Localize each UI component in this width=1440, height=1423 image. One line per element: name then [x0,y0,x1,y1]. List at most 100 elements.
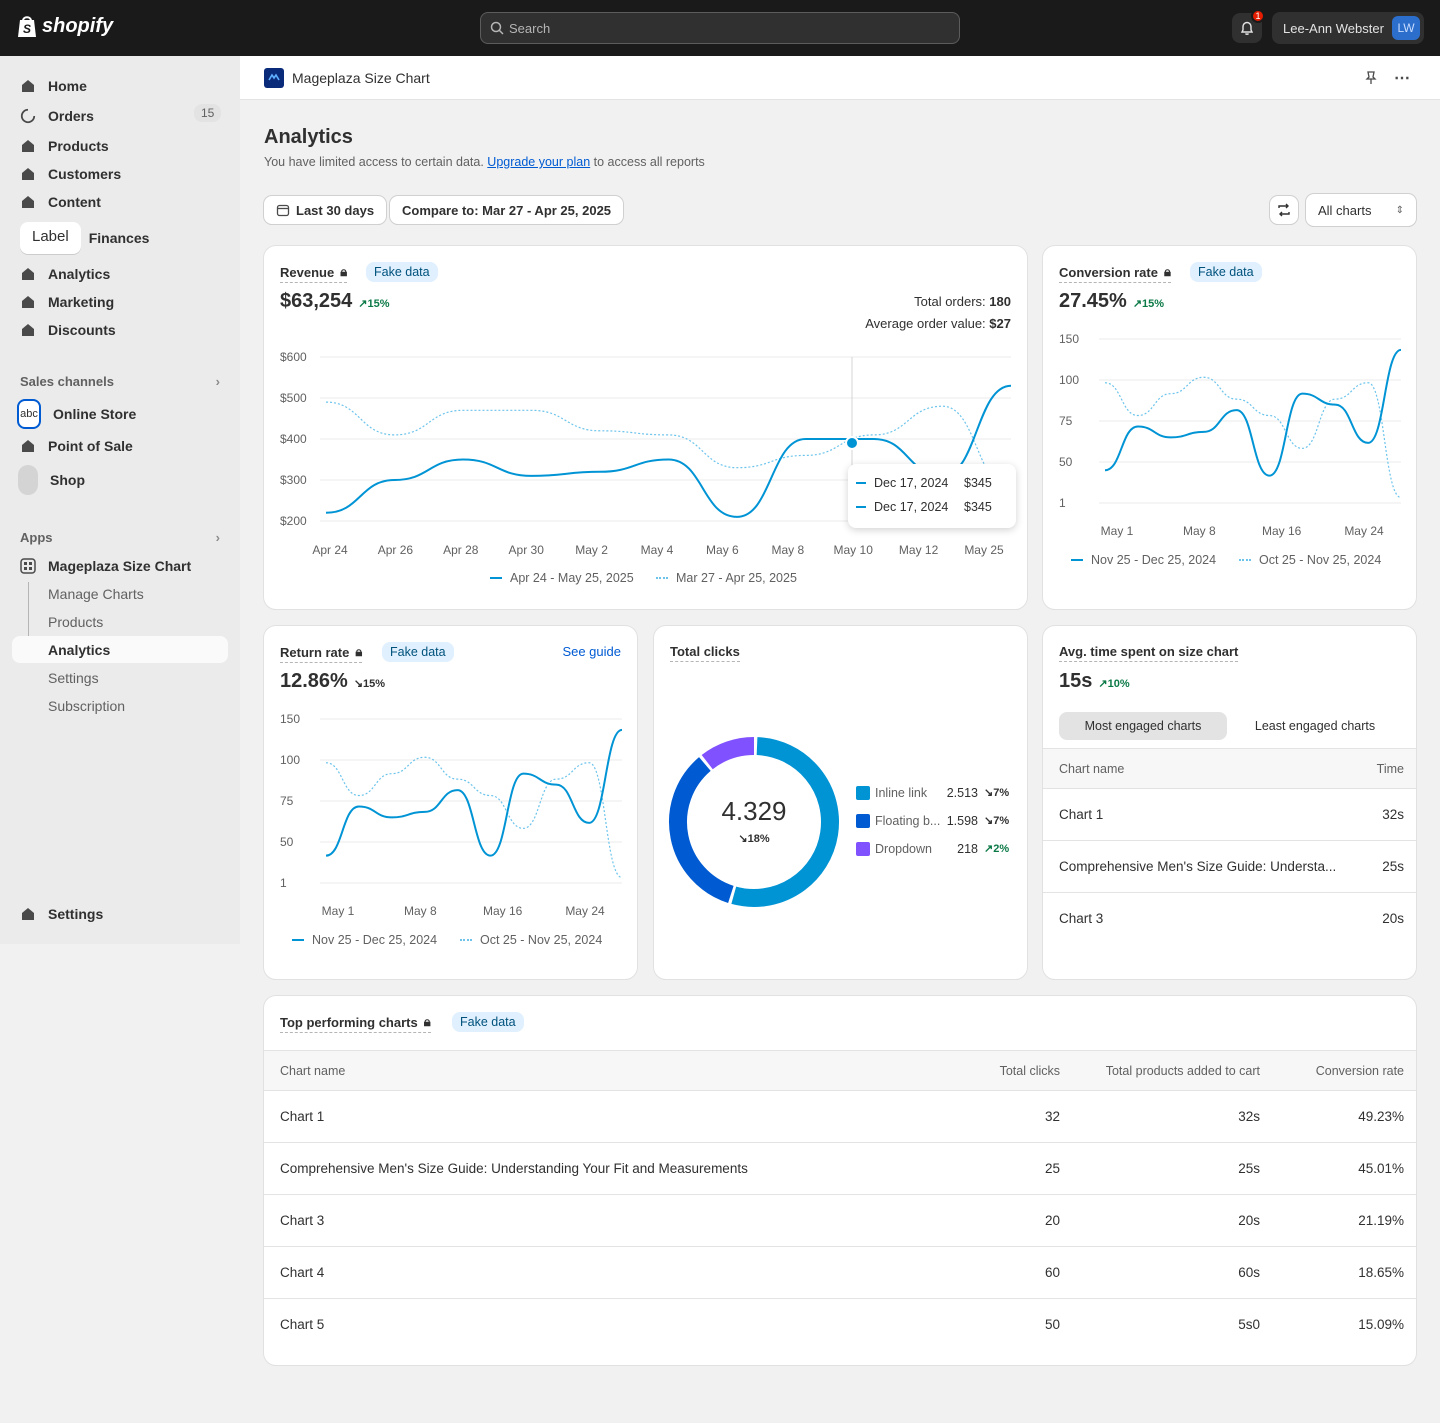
tab-most-engaged[interactable]: Most engaged charts [1059,712,1227,740]
tab-finances[interactable]: Finances [81,222,158,254]
sidebar-item-online-store[interactable]: abc Online Store [17,399,137,429]
donut-legend-item[interactable]: Dropdown 218 ↗2% [856,840,1016,860]
legend-swatch-dotted [460,939,472,941]
legend-swatch-solid [1071,559,1083,561]
pin-icon[interactable] [1362,69,1380,87]
notification-badge: 1 [1251,9,1265,23]
sidebar-item-content[interactable]: Content [20,190,101,214]
fake-data-badge: Fake data [452,1012,524,1032]
row-cell: Chart 4 [280,1265,325,1280]
tab-least-engaged[interactable]: Least engaged charts [1235,712,1395,740]
sidebar-item-mageplaza[interactable]: Mageplaza Size Chart [20,554,191,578]
tab-label[interactable]: Label [20,222,81,254]
refresh-button[interactable] [1270,196,1298,224]
table-row[interactable]: Chart 1 32 32s 49.23% [264,1090,1416,1142]
return-legend-previous: Oct 25 - Nov 25, 2024 [460,933,602,947]
sidebar-item-settings[interactable]: Settings [20,902,103,926]
legend-name: Dropdown [875,842,932,856]
chevron-right-icon: › [215,530,220,545]
x-tick-label: Apr 26 [378,543,414,557]
revenue-legend-previous: Mar 27 - Apr 25, 2025 [656,571,797,585]
sidebar-item-products[interactable]: Products [20,134,109,158]
date-range-button[interactable]: Last 30 days [264,196,387,224]
row-cell: 20 [1044,1213,1060,1228]
apps-heading[interactable]: Apps › [20,530,220,545]
sidebar-item-label: Customers [48,166,122,182]
shop-icon [18,465,38,495]
col-total-clicks: Total clicks [999,1064,1060,1078]
select-chevron-icon: ⇕ [1395,204,1404,216]
legend-swatch-solid [490,577,502,579]
row-time: 20s [1382,911,1404,926]
subitem-label: Manage Charts [48,586,144,602]
top-charts-card: Top performing charts 🔒︎ Fake data Chart … [264,996,1416,1365]
revenue-legend-current: Apr 24 - May 25, 2025 [490,571,634,585]
x-tick-label: May 24 [1344,524,1384,538]
table-row[interactable]: Chart 1 32s [1043,788,1416,840]
row-cell: 60s [1238,1265,1260,1280]
donut-trend: ↘18% [738,833,770,845]
x-tick-label: May 2 [575,543,608,557]
sidebar-item-analytics[interactable]: Analytics [20,262,110,286]
subitem-manage-charts[interactable]: Manage Charts [48,582,144,606]
tooltip-date: Dec 17, 2024 [874,500,949,514]
table-row[interactable]: Comprehensive Men's Size Guide: Understa… [264,1142,1416,1194]
sidebar-item-label: Analytics [48,266,111,282]
sales-channels-heading[interactable]: Sales channels › [20,374,220,389]
row-cell: 25s [1238,1161,1260,1176]
x-tick-label: May 25 [964,543,1004,557]
more-actions-icon[interactable]: ⋯ [1390,68,1414,88]
x-tick-label: May 1 [322,904,355,918]
sidebar-item-marketing[interactable]: Marketing [20,290,114,314]
upgrade-plan-link[interactable]: Upgrade your plan [487,155,590,169]
calendar-icon [276,204,290,217]
row-cell: 49.23% [1358,1109,1404,1124]
sidebar-item-orders[interactable]: Orders [20,104,94,128]
y-tick-label: $600 [280,350,307,364]
legend-swatch [856,814,870,828]
table-row[interactable]: Chart 3 20s [1043,892,1416,944]
sidebar-item-discounts[interactable]: Discounts [20,318,116,342]
marketing-icon [20,294,36,310]
table-row[interactable]: Chart 5 50 5s0 15.09% [264,1298,1416,1350]
table-row[interactable]: Chart 4 60 60s 18.65% [264,1246,1416,1298]
x-tick-label: May 6 [706,543,739,557]
search-input[interactable]: Search [480,12,960,44]
shopify-logo[interactable]: S shopify [16,14,113,38]
total-clicks-card: Total clicks 4.329 ↘18% Inline link 2.513… [654,626,1027,979]
sidebar-item-shop[interactable]: Shop [18,465,85,495]
x-tick-label: Apr 24 [312,543,348,557]
date-range-label: Last 30 days [296,202,375,218]
home-icon [20,78,36,94]
table-row[interactable]: Chart 3 20 20s 21.19% [264,1194,1416,1246]
customers-icon [20,166,36,182]
sidebar-item-label: Orders [48,108,94,124]
analytics-icon [20,266,36,282]
bell-icon [1240,21,1254,35]
sidebar-item-label: Content [48,194,101,210]
subitem-analytics[interactable]: Analytics [48,638,110,662]
subitem-products[interactable]: Products [48,610,103,634]
app-grid-icon [20,558,36,574]
x-tick-label: May 8 [1183,524,1216,538]
sidebar-item-customers[interactable]: Customers [20,162,121,186]
notifications-button[interactable]: 1 [1232,9,1265,43]
y-tick-label: 150 [1059,332,1079,346]
subitem-subscription[interactable]: Subscription [48,694,125,718]
donut-legend-item[interactable]: Inline link 2.513 ↘7% [856,784,1016,804]
compare-button[interactable]: Compare to: Mar 27 - Apr 25, 2025 [390,196,624,224]
sidebar-item-point-of-sale[interactable]: Point of Sale [20,434,133,458]
sidebar-item-label: Online Store [53,406,137,422]
search-icon [490,21,504,35]
subitem-settings[interactable]: Settings [48,666,99,690]
charts-select[interactable]: All charts ⇕ [1306,194,1416,226]
row-cell: 18.65% [1358,1265,1404,1280]
row-cell: 5s0 [1238,1317,1260,1332]
notice-suffix: to access all reports [593,155,705,169]
donut-legend-item[interactable]: Floating b... 1.598 ↘7% [856,812,1016,832]
return-legend-current: Nov 25 - Dec 25, 2024 [292,933,437,947]
sidebar-item-home[interactable]: Home [20,74,87,98]
user-menu-button[interactable]: Lee-Ann Webster LW [1272,12,1424,44]
x-tick-label: May 10 [834,543,874,557]
table-row[interactable]: Comprehensive Men's Size Guide: Understa… [1043,840,1416,892]
